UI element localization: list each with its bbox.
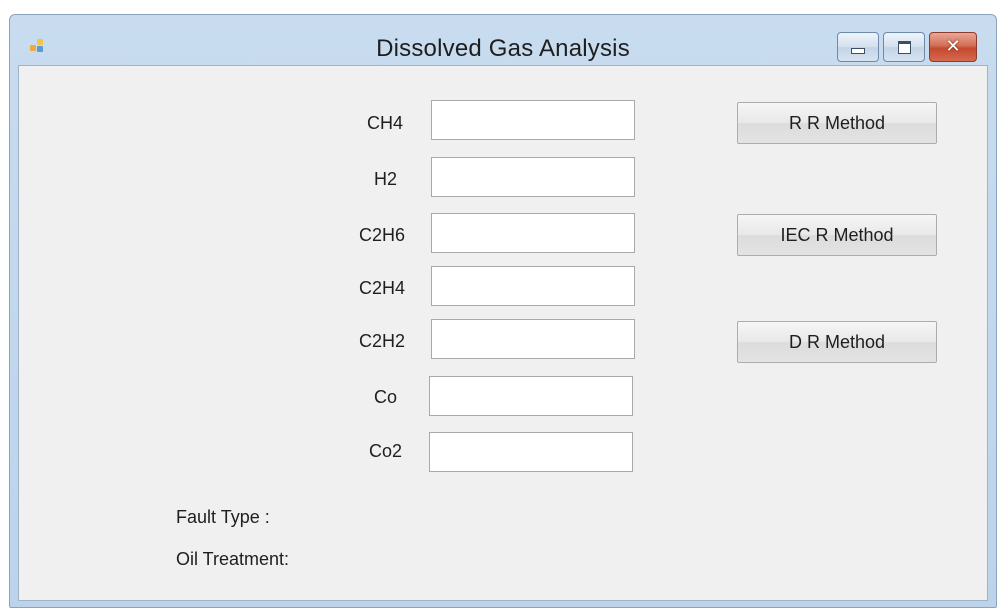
- ch4-label: CH4: [367, 113, 404, 133]
- title-bar[interactable]: Dissolved Gas Analysis ✕: [10, 15, 996, 65]
- c2h2-input[interactable]: [431, 319, 635, 359]
- oil-treatment-label: Oil Treatment:: [176, 549, 290, 569]
- minimize-icon: [851, 48, 865, 54]
- dr-method-button[interactable]: D R Method: [737, 321, 937, 363]
- co-label: Co: [374, 387, 398, 407]
- maximize-button[interactable]: [883, 32, 925, 62]
- c2h4-input[interactable]: [431, 266, 635, 306]
- fault-type-label: Fault Type :: [176, 507, 270, 527]
- c2h2-label: C2H2: [359, 331, 406, 351]
- close-icon: ✕: [945, 36, 961, 57]
- co2-label: Co2: [369, 441, 403, 461]
- form-client-area: CH4 H2 C2H6 C2H4 C2H2 Co Co2 R R Method …: [18, 65, 988, 601]
- co2-input[interactable]: [429, 432, 633, 472]
- iec-r-method-button[interactable]: IEC R Method: [737, 214, 937, 256]
- maximize-icon: [897, 40, 911, 54]
- app-window: Dissolved Gas Analysis ✕ CH4 H2 C2H6 C2H…: [9, 14, 997, 608]
- co-input[interactable]: [429, 376, 633, 416]
- h2-input[interactable]: [431, 157, 635, 197]
- minimize-button[interactable]: [837, 32, 879, 62]
- c2h4-label: C2H4: [359, 278, 406, 298]
- caption-buttons: ✕: [837, 32, 977, 62]
- c2h6-label: C2H6: [359, 225, 406, 245]
- rr-method-button[interactable]: R R Method: [737, 102, 937, 144]
- c2h6-input[interactable]: [431, 213, 635, 253]
- ch4-input[interactable]: [431, 100, 635, 140]
- h2-label: H2: [374, 169, 398, 189]
- close-button[interactable]: ✕: [929, 32, 977, 62]
